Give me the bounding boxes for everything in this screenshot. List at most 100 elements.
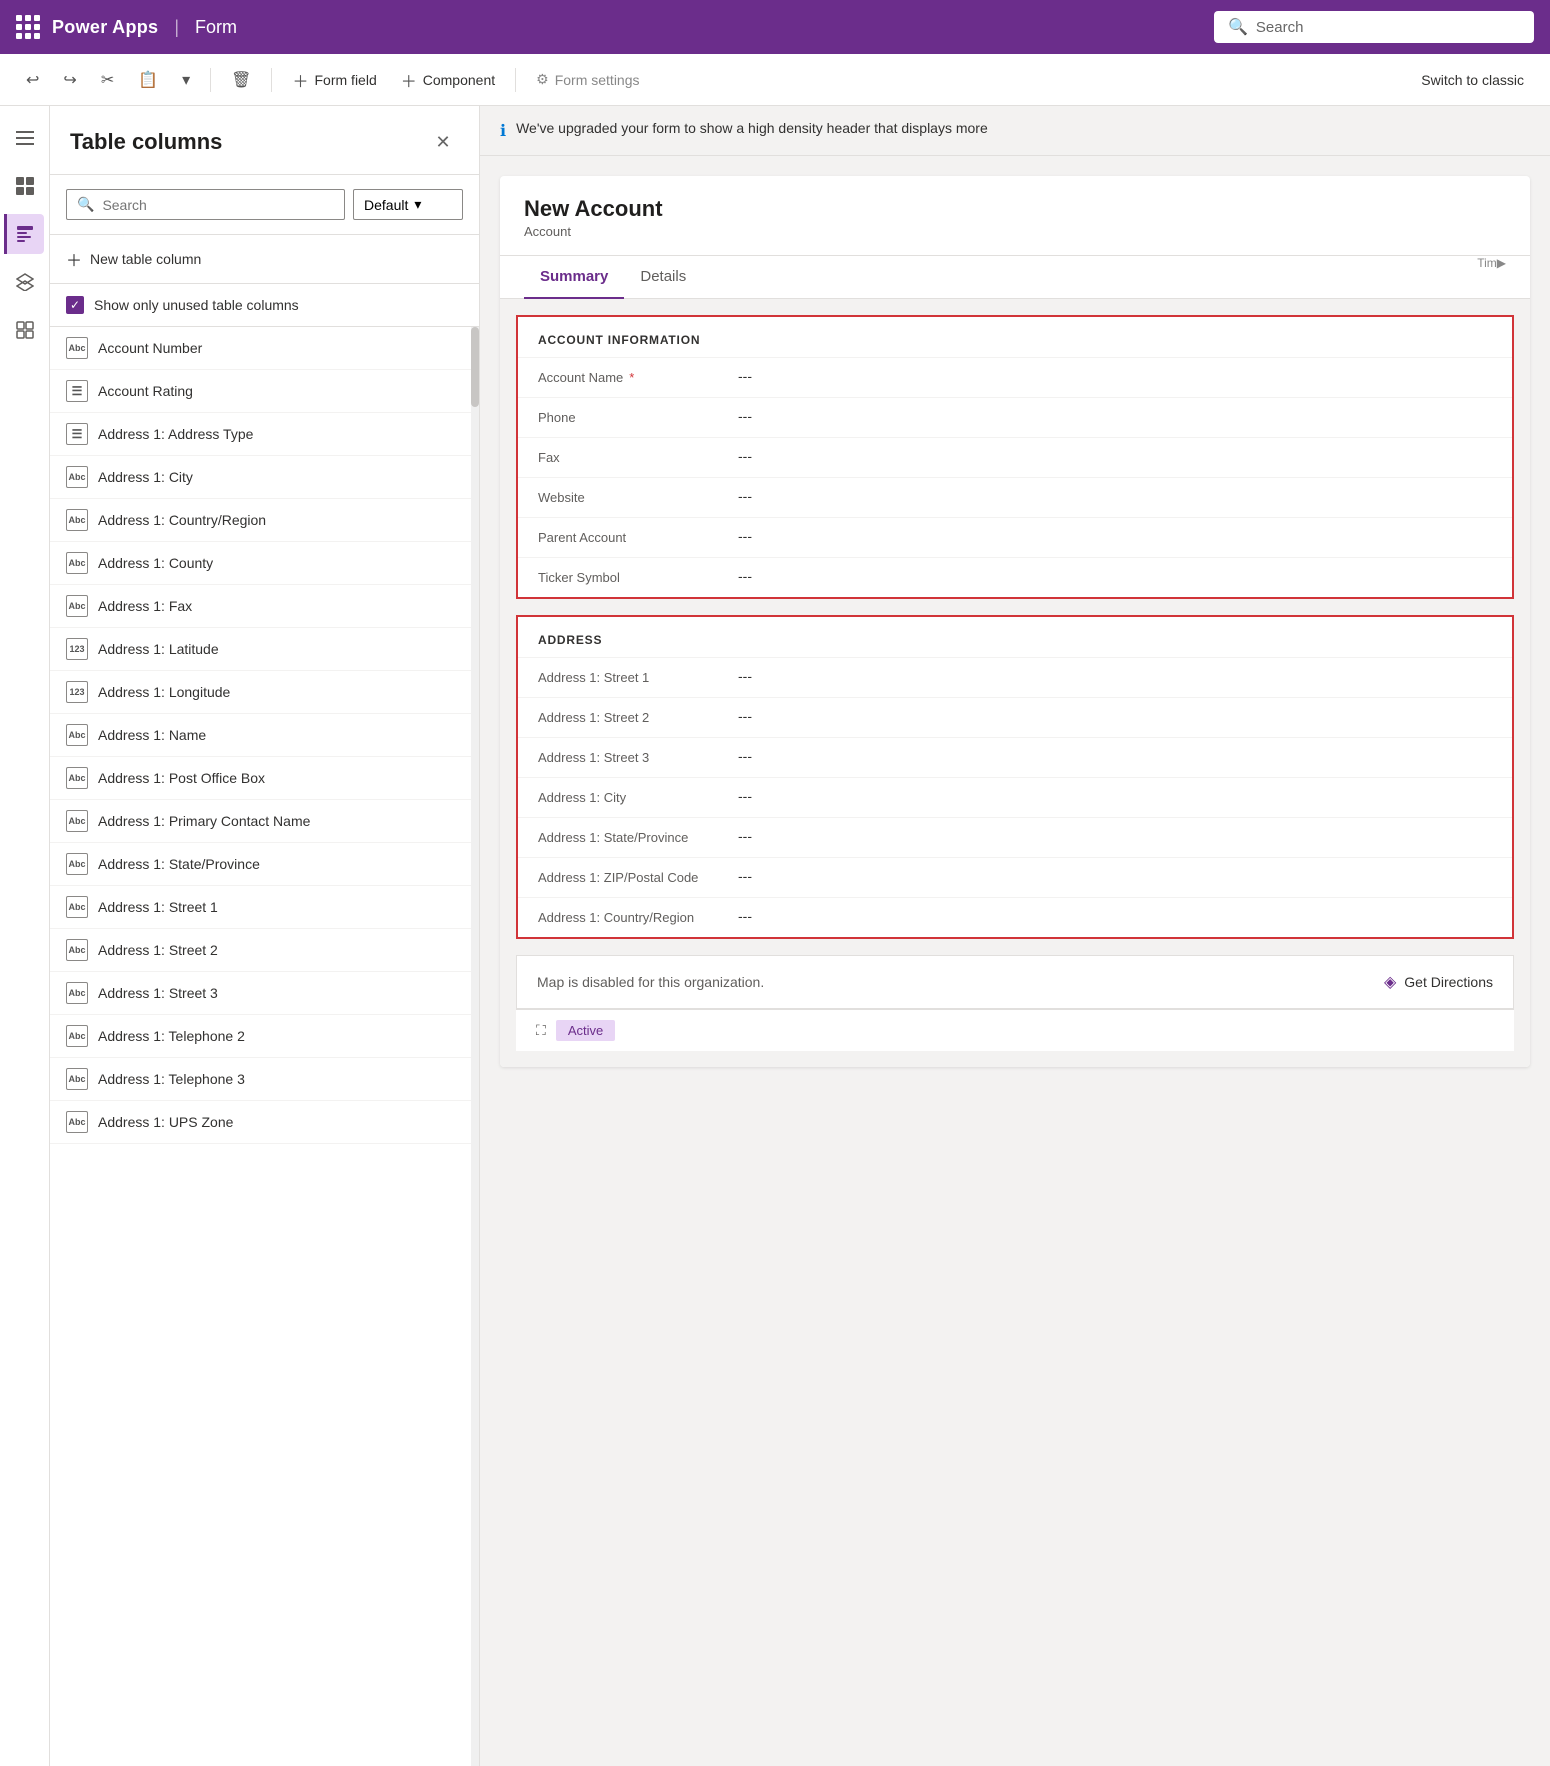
column-search-input[interactable]: [102, 197, 334, 213]
field-label-street-2: Address 1: Street 2: [538, 708, 738, 725]
field-value-ticker-symbol[interactable]: ---: [738, 568, 1492, 584]
search-icon: 🔍: [1228, 17, 1248, 37]
redo-button[interactable]: ↪: [53, 64, 86, 96]
nav-components[interactable]: [5, 310, 45, 350]
column-icon: Abc: [66, 509, 88, 531]
field-value-country[interactable]: ---: [738, 908, 1492, 924]
component-button[interactable]: ＋ Component: [391, 62, 505, 98]
column-name: Address 1: Fax: [98, 598, 192, 614]
waffle-menu[interactable]: [16, 15, 40, 39]
column-icon: Abc: [66, 853, 88, 875]
panel-title: Table columns: [70, 129, 222, 155]
field-value-phone[interactable]: ---: [738, 408, 1492, 424]
page-name: Form: [195, 17, 237, 38]
list-item[interactable]: Abc Address 1: County: [50, 542, 479, 585]
paste-button[interactable]: 📋: [128, 64, 168, 96]
info-icon: ℹ: [500, 121, 506, 141]
field-value-city[interactable]: ---: [738, 788, 1492, 804]
list-item[interactable]: Abc Address 1: Street 1: [50, 886, 479, 929]
field-value-street-2[interactable]: ---: [738, 708, 1492, 724]
list-item[interactable]: Abc Address 1: Name: [50, 714, 479, 757]
get-directions-button[interactable]: ◈ Get Directions: [1384, 972, 1493, 992]
panel-header: Table columns ✕: [50, 106, 479, 175]
list-item[interactable]: Abc Address 1: Street 2: [50, 929, 479, 972]
list-item[interactable]: Abc Address 1: Primary Contact Name: [50, 800, 479, 843]
list-item[interactable]: Abc Address 1: Fax: [50, 585, 479, 628]
column-icon: Abc: [66, 1068, 88, 1090]
list-item[interactable]: Abc Address 1: State/Province: [50, 843, 479, 886]
expand-icon[interactable]: ⛶: [536, 1022, 546, 1039]
column-type-dropdown[interactable]: Default ▾: [353, 189, 463, 220]
search-box[interactable]: 🔍 Search: [1214, 11, 1534, 43]
column-icon: Abc: [66, 552, 88, 574]
dropdown-value: Default: [364, 197, 408, 213]
column-icon: 123: [66, 681, 88, 703]
form-settings-button[interactable]: ⚙ Form settings: [526, 65, 649, 94]
field-label-account-name: Account Name *: [538, 368, 738, 385]
separator-1: [210, 68, 211, 92]
new-table-column-button[interactable]: ＋ New table column: [50, 235, 479, 284]
column-icon: Abc: [66, 939, 88, 961]
form-wrapper: New Account Account Summary Details Tim▶…: [480, 156, 1550, 1766]
status-badge: Active: [556, 1020, 615, 1041]
column-search-box[interactable]: 🔍: [66, 189, 345, 220]
form-field-button[interactable]: ＋ Form field: [282, 62, 386, 98]
field-value-account-name[interactable]: ---: [738, 368, 1492, 384]
field-value-street-1[interactable]: ---: [738, 668, 1492, 684]
column-name: Address 1: Address Type: [98, 426, 253, 442]
switch-classic-button[interactable]: Switch to classic: [1411, 66, 1534, 94]
column-name: Address 1: Post Office Box: [98, 770, 265, 786]
nav-form-editor[interactable]: [4, 214, 44, 254]
column-name: Address 1: Telephone 2: [98, 1028, 245, 1044]
status-bar: ⛶ Active: [516, 1009, 1514, 1051]
chevron-down-icon: ▾: [182, 70, 190, 90]
account-info-title: ACCOUNT INFORMATION: [518, 317, 1512, 357]
cut-button[interactable]: ✂: [91, 64, 124, 96]
field-value-zip[interactable]: ---: [738, 868, 1492, 884]
undo-button[interactable]: ↩: [16, 64, 49, 96]
panel-close-button[interactable]: ✕: [427, 126, 459, 158]
form-body: ACCOUNT INFORMATION Account Name * --- P…: [500, 299, 1530, 1067]
field-value-state[interactable]: ---: [738, 828, 1492, 844]
tab-details[interactable]: Details: [624, 256, 702, 299]
delete-button[interactable]: 🗑: [221, 64, 261, 96]
tab-summary[interactable]: Summary: [524, 256, 624, 299]
list-item[interactable]: Abc Account Number: [50, 327, 479, 370]
nav-hamburger[interactable]: [5, 118, 45, 158]
list-item[interactable]: Abc Address 1: Telephone 3: [50, 1058, 479, 1101]
nav-dashboard[interactable]: [5, 166, 45, 206]
list-item[interactable]: ☰ Address 1: Address Type: [50, 413, 479, 456]
show-unused-checkbox-row[interactable]: ✓ Show only unused table columns: [50, 284, 479, 327]
column-icon: Abc: [66, 982, 88, 1004]
list-item[interactable]: Abc Address 1: Telephone 2: [50, 1015, 479, 1058]
scrollbar-track[interactable]: [471, 327, 479, 1766]
column-icon: ☰: [66, 380, 88, 402]
list-item[interactable]: ☰ Account Rating: [50, 370, 479, 413]
list-item[interactable]: 123 Address 1: Latitude: [50, 628, 479, 671]
field-value-street-3[interactable]: ---: [738, 748, 1492, 764]
list-item[interactable]: Abc Address 1: City: [50, 456, 479, 499]
field-phone: Phone ---: [518, 397, 1512, 437]
form-header: New Account Account: [500, 176, 1530, 256]
column-icon: Abc: [66, 1111, 88, 1133]
nav-layers[interactable]: [5, 262, 45, 302]
list-item[interactable]: Abc Address 1: Post Office Box: [50, 757, 479, 800]
form-subtitle: Account: [524, 224, 1506, 239]
dropdown-button[interactable]: ▾: [172, 64, 200, 96]
show-unused-checkbox[interactable]: ✓: [66, 296, 84, 314]
list-item[interactable]: Abc Address 1: Country/Region: [50, 499, 479, 542]
column-name: Address 1: Street 2: [98, 942, 218, 958]
column-list: Abc Account Number ☰ Account Rating ☰ Ad…: [50, 327, 479, 1766]
list-item[interactable]: Abc Address 1: UPS Zone: [50, 1101, 479, 1144]
list-item[interactable]: Abc Address 1: Street 3: [50, 972, 479, 1015]
column-icon: Abc: [66, 724, 88, 746]
column-icon: Abc: [66, 1025, 88, 1047]
field-label-website: Website: [538, 488, 738, 505]
field-value-fax[interactable]: ---: [738, 448, 1492, 464]
column-icon: ☰: [66, 423, 88, 445]
list-item[interactable]: 123 Address 1: Longitude: [50, 671, 479, 714]
scrollbar-thumb[interactable]: [471, 327, 479, 407]
redo-icon: ↪: [63, 70, 76, 90]
field-value-parent-account[interactable]: ---: [738, 528, 1492, 544]
field-value-website[interactable]: ---: [738, 488, 1492, 504]
